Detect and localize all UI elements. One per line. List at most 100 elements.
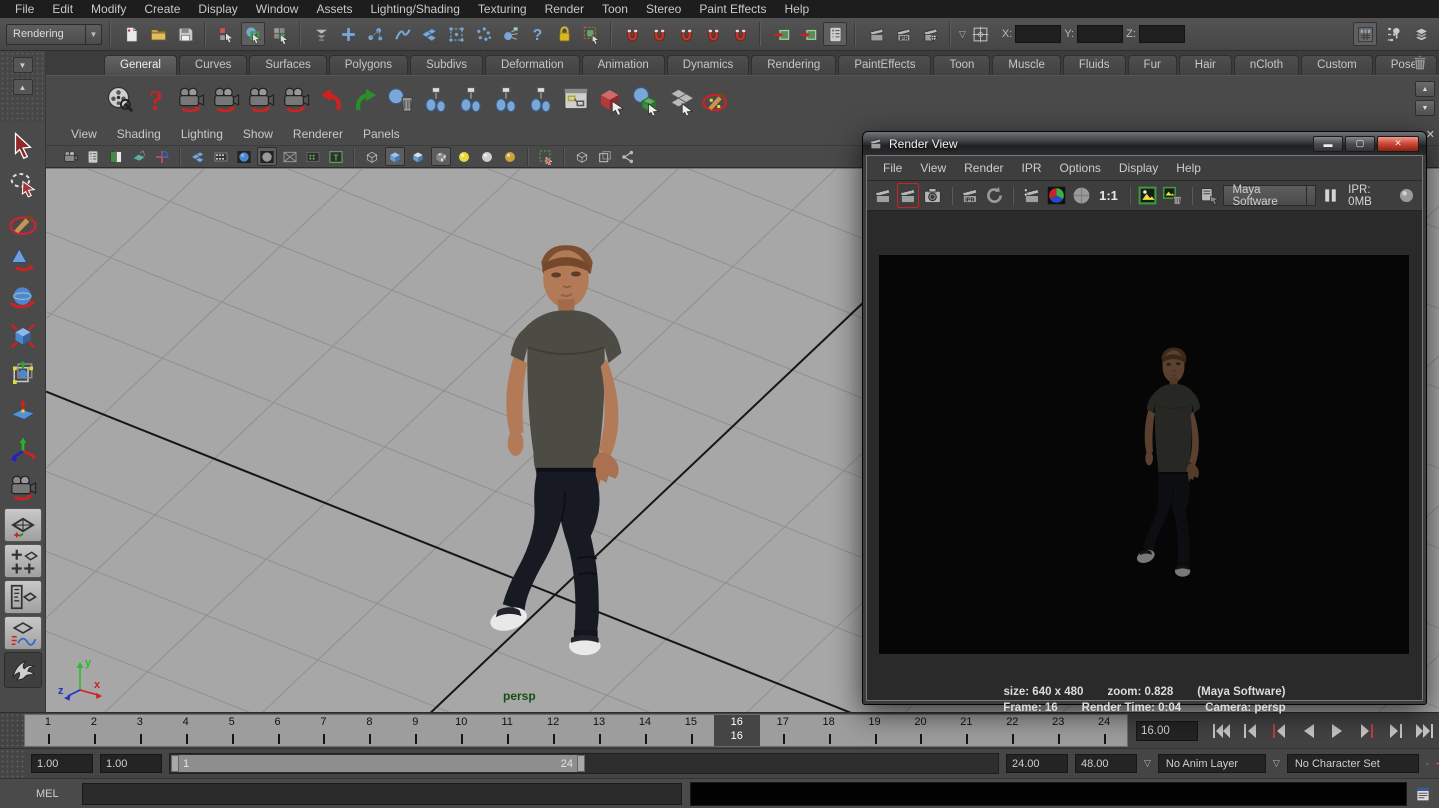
textured-lights-icon[interactable] <box>431 147 451 166</box>
last-tool-icon[interactable] <box>4 470 42 506</box>
help-icon[interactable] <box>141 85 171 115</box>
gate-mask-icon[interactable] <box>257 147 277 166</box>
construction-history-icon[interactable] <box>823 22 847 46</box>
maximize-button[interactable]: ▢ <box>1345 136 1375 152</box>
timeline-frame[interactable]: 19 19 <box>852 715 898 746</box>
current-time-field[interactable] <box>1136 721 1198 741</box>
menu-item[interactable]: Assets <box>307 1 361 17</box>
select-camera-icon[interactable] <box>60 147 80 166</box>
select-by-object-icon[interactable] <box>596 85 626 115</box>
minimize-button[interactable]: ▬ <box>1313 136 1343 152</box>
go-to-end-icon[interactable] <box>1411 719 1438 743</box>
rendered-image[interactable] <box>879 255 1409 654</box>
ik-handle-icon[interactable] <box>456 85 486 115</box>
layout-custom-icon[interactable] <box>4 652 42 688</box>
close-button[interactable]: ✕ <box>1377 136 1419 152</box>
play-backwards-icon[interactable] <box>1295 719 1322 743</box>
show-attribute-editor-icon[interactable] <box>1409 22 1433 46</box>
chevron-down-icon[interactable]: ▽ <box>959 29 966 40</box>
timeline-grip[interactable] <box>0 713 24 748</box>
lock-selection-icon[interactable] <box>552 22 576 46</box>
mirror-joint-icon[interactable] <box>526 85 556 115</box>
shelf-tab[interactable]: Muscle <box>992 55 1060 75</box>
open-render-settings-icon[interactable] <box>1199 183 1221 208</box>
chevron-down-icon[interactable]: ▽ <box>1144 758 1151 769</box>
smooth-shade-icon[interactable] <box>385 147 405 166</box>
shelf-delete-icon[interactable] <box>1411 54 1429 72</box>
character-set-selector[interactable]: No Character Set <box>1287 754 1419 773</box>
field-chart-icon[interactable] <box>280 147 300 166</box>
stop-ipr-icon[interactable] <box>1395 183 1417 208</box>
menu-item[interactable]: Display <box>189 1 246 17</box>
ipr-render-icon[interactable] <box>959 183 981 208</box>
selection-mask-dropdown-icon[interactable] <box>309 22 333 46</box>
shelf-tab[interactable]: General <box>104 55 177 75</box>
scale-tool-icon[interactable] <box>4 318 42 354</box>
select-geometry-icon[interactable] <box>631 85 661 115</box>
menu-set-selector[interactable]: Rendering ▼ <box>6 24 102 45</box>
timeline-frame[interactable]: 10 10 <box>438 715 484 746</box>
y-input[interactable] <box>1077 25 1123 43</box>
go-to-start-icon[interactable] <box>1208 719 1235 743</box>
layout-persp-outliner-icon[interactable] <box>4 580 42 614</box>
select-rendering-icon[interactable] <box>498 22 522 46</box>
range-track[interactable]: 1 24 <box>169 753 999 774</box>
script-editor-icon[interactable] <box>1412 783 1434 805</box>
toolbar-separator[interactable] <box>608 22 615 46</box>
use-all-lights-icon[interactable] <box>477 147 497 166</box>
file-open-icon[interactable] <box>146 22 170 46</box>
snap-view-plane-icon[interactable] <box>728 22 752 46</box>
show-manipulator-icon[interactable] <box>4 432 42 468</box>
timeline-frame[interactable]: 2 2 <box>71 715 117 746</box>
render-view-titlebar[interactable]: Render View ▬ ▢ ✕ <box>863 132 1426 155</box>
play-forwards-icon[interactable] <box>1324 719 1351 743</box>
output-connections-icon[interactable] <box>796 22 820 46</box>
range-start-handle[interactable] <box>171 755 179 772</box>
xray-icon[interactable] <box>595 147 615 166</box>
toolbar-separator[interactable] <box>947 22 954 46</box>
render-icon[interactable] <box>872 183 894 208</box>
symmetry-icon[interactable] <box>969 22 993 46</box>
select-handles-icon[interactable] <box>336 22 360 46</box>
paint-selection-icon[interactable] <box>701 85 731 115</box>
remove-image-icon[interactable] <box>1162 183 1184 208</box>
render-current-frame-icon[interactable] <box>864 22 888 46</box>
scene-render-icon[interactable] <box>106 85 136 115</box>
x-input[interactable] <box>1015 25 1061 43</box>
shelf-collapse-button[interactable]: ▲ <box>13 79 33 95</box>
highlight-selection-icon[interactable] <box>536 147 556 166</box>
use-selected-lights-icon[interactable] <box>500 147 520 166</box>
camera-track-icon[interactable] <box>281 85 311 115</box>
timeline-frame[interactable]: 24 24 <box>1081 715 1127 746</box>
timeline-frame[interactable]: 15 15 <box>668 715 714 746</box>
shelf-tab[interactable]: Toon <box>933 55 990 75</box>
toolbar-separator[interactable] <box>107 22 114 46</box>
timeline-frame[interactable]: 23 23 <box>1035 715 1081 746</box>
timeline-frame[interactable]: 9 9 <box>392 715 438 746</box>
render-view-menu-item[interactable]: IPR <box>1014 160 1050 176</box>
move-tool-icon[interactable] <box>4 242 42 278</box>
render-view-menu-item[interactable]: Help <box>1168 160 1209 176</box>
timeline-frame[interactable]: 13 13 <box>576 715 622 746</box>
lasso-tool-icon[interactable] <box>4 166 42 202</box>
snap-curve-icon[interactable] <box>647 22 671 46</box>
toolbar-separator[interactable] <box>202 22 209 46</box>
film-gate-icon[interactable] <box>211 147 231 166</box>
node-editor-icon[interactable] <box>561 85 591 115</box>
set-key-icon[interactable] <box>1426 755 1429 773</box>
render-view-menu-item[interactable]: File <box>875 160 910 176</box>
timeline-frame[interactable]: 14 14 <box>622 715 668 746</box>
menu-item[interactable]: File <box>6 1 43 17</box>
shelf-tab[interactable]: Polygons <box>329 55 408 75</box>
renderer-select[interactable]: Maya Software <box>1223 185 1316 206</box>
snap-grid-icon[interactable] <box>620 22 644 46</box>
render-view-menu-item[interactable]: Render <box>956 160 1011 176</box>
timeline-frame[interactable]: 1 1 <box>25 715 71 746</box>
panel-menu-item[interactable]: Panels <box>354 126 409 142</box>
paint-select-tool-icon[interactable] <box>4 204 42 240</box>
menu-item[interactable]: Paint Effects <box>690 1 775 17</box>
isolate-select-icon[interactable] <box>572 147 592 166</box>
step-forward-key-icon[interactable] <box>1353 719 1380 743</box>
show-channel-box-icon[interactable] <box>1353 22 1377 46</box>
shelf-tab[interactable]: Fluids <box>1063 55 1126 75</box>
